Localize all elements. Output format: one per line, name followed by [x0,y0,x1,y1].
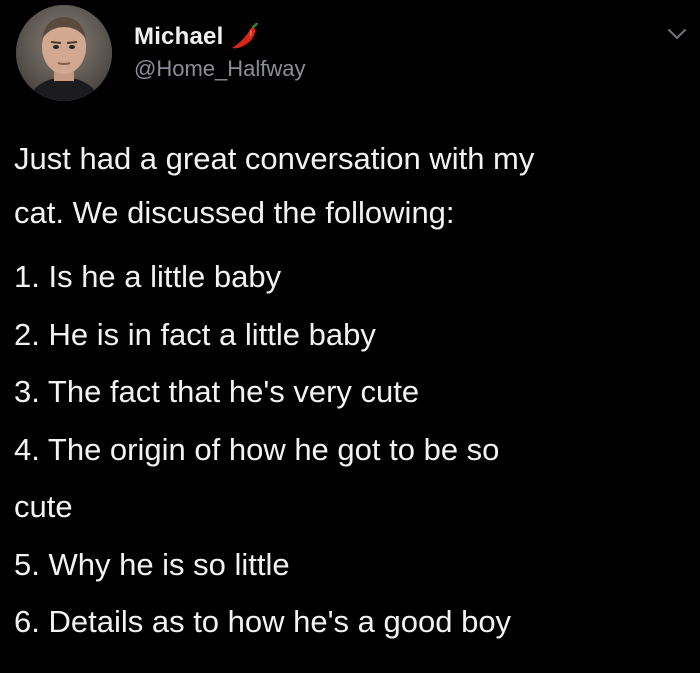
list-item: 4. The origin of how he got to be so [14,431,500,467]
handle[interactable]: @Home_Halfway [134,56,306,82]
tweet-card: Michael @Home_Halfway Just had a great c… [0,0,700,673]
list-item: 1. Is he a little baby [14,259,282,294]
avatar-image [16,5,112,101]
pepper-icon [229,21,259,51]
discussion-list: 1. Is he a little baby 2. He is in fact … [14,248,690,651]
chevron-down-icon[interactable] [666,26,688,42]
list-item: 6. Details as to how he's a good boy [14,604,512,639]
list-item: 5. Why he is so little [14,546,290,582]
display-name-row: Michael [134,21,306,52]
list-item: 3. The fact that he's very cute [14,374,420,409]
list-item: 2. He is in fact a little baby [14,316,376,352]
avatar[interactable] [16,5,112,101]
tweet-intro: Just had a great conversation with my ca… [14,132,690,240]
tweet-text: Just had a great conversation with my ca… [14,132,690,651]
intro-line-1: Just had a great conversation with my [14,141,535,176]
display-name[interactable]: Michael [134,23,223,51]
list-item-continuation: cute [14,489,73,524]
user-info: Michael @Home_Halfway [134,21,306,82]
intro-line-2: cat. We discussed the following: [14,195,455,230]
